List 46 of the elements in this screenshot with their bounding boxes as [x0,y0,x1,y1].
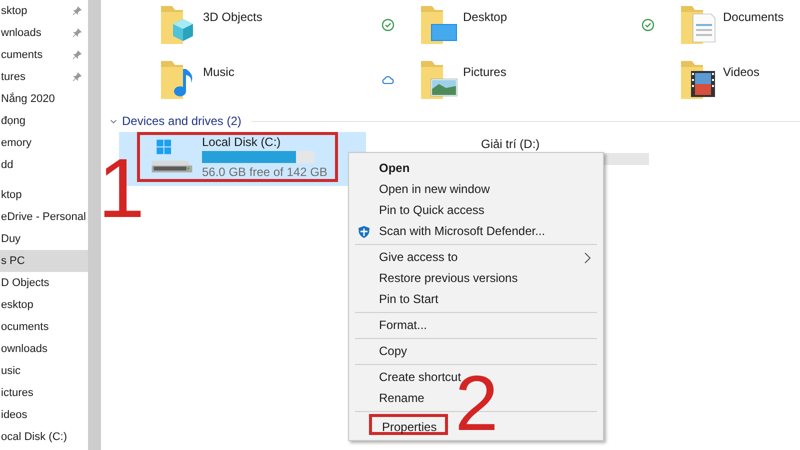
drive-name: Giải trí (D:) [481,137,541,151]
nav-item[interactable]: usic [0,360,88,382]
menu-item[interactable]: Scan with Microsoft Defender... [351,221,597,242]
menu-item[interactable]: Pin to Start [351,289,597,310]
folder-item[interactable]: Videos [679,57,800,112]
nav-item[interactable]: dd [0,154,88,176]
nav-item[interactable]: tures [0,66,88,88]
nav-item[interactable]: wnloads [0,22,88,44]
nav-item[interactable]: ocal Disk (C:) [0,426,88,448]
folder-name: Desktop [463,10,508,24]
nav-item[interactable]: s PC [0,250,88,272]
nav-item[interactable]: esktop [0,294,88,316]
nav-item[interactable]: ocuments [0,316,88,338]
free-space-text: 56.0 GB free of 142 GB [202,165,328,179]
group-header[interactable]: Devices and drives (2) [109,112,800,130]
folder-name: Documents [723,10,784,24]
nav-item[interactable]: ideos [0,404,88,426]
menu-item[interactable]: Format... [351,315,597,336]
folder-name: Pictures [463,65,506,79]
menu-item[interactable]: Copy [351,341,597,362]
menu-item[interactable]: Properties [369,414,448,435]
folder-name: Music [203,65,234,79]
folder-item[interactable]: Desktop [419,2,679,57]
nav-item[interactable]: Duy [0,228,88,250]
shield-icon [357,225,371,239]
menu-item[interactable]: Restore previous versions [351,268,597,289]
nav-item[interactable]: ownloads [0,338,88,360]
nav-item[interactable]: cuments [0,44,88,66]
folder-name: 3D Objects [203,10,262,24]
folder-item[interactable]: Documents [679,2,800,57]
nav-item[interactable]: D Objects [0,272,88,294]
menu-item[interactable]: Give access to [351,247,597,268]
nav-item[interactable]: ktop [0,184,88,206]
nav-item[interactable]: Nắng 2020 [0,88,88,110]
scrollbar[interactable] [88,0,101,450]
folder-item[interactable]: Music [159,57,419,112]
menu-item[interactable]: Pin to Quick access [351,200,597,221]
drive-name: Local Disk (C:) [202,135,282,149]
folder-item[interactable]: 3D Objects [159,2,419,57]
folder-name: Videos [723,65,760,79]
nav-item[interactable]: eDrive - Personal [0,206,88,228]
nav-item[interactable]: emory [0,132,88,154]
nav-item[interactable]: ictures [0,382,88,404]
nav-item[interactable]: sktop [0,0,88,22]
folder-item[interactable]: Pictures [419,57,679,112]
nav-item[interactable]: đọng [0,110,88,132]
